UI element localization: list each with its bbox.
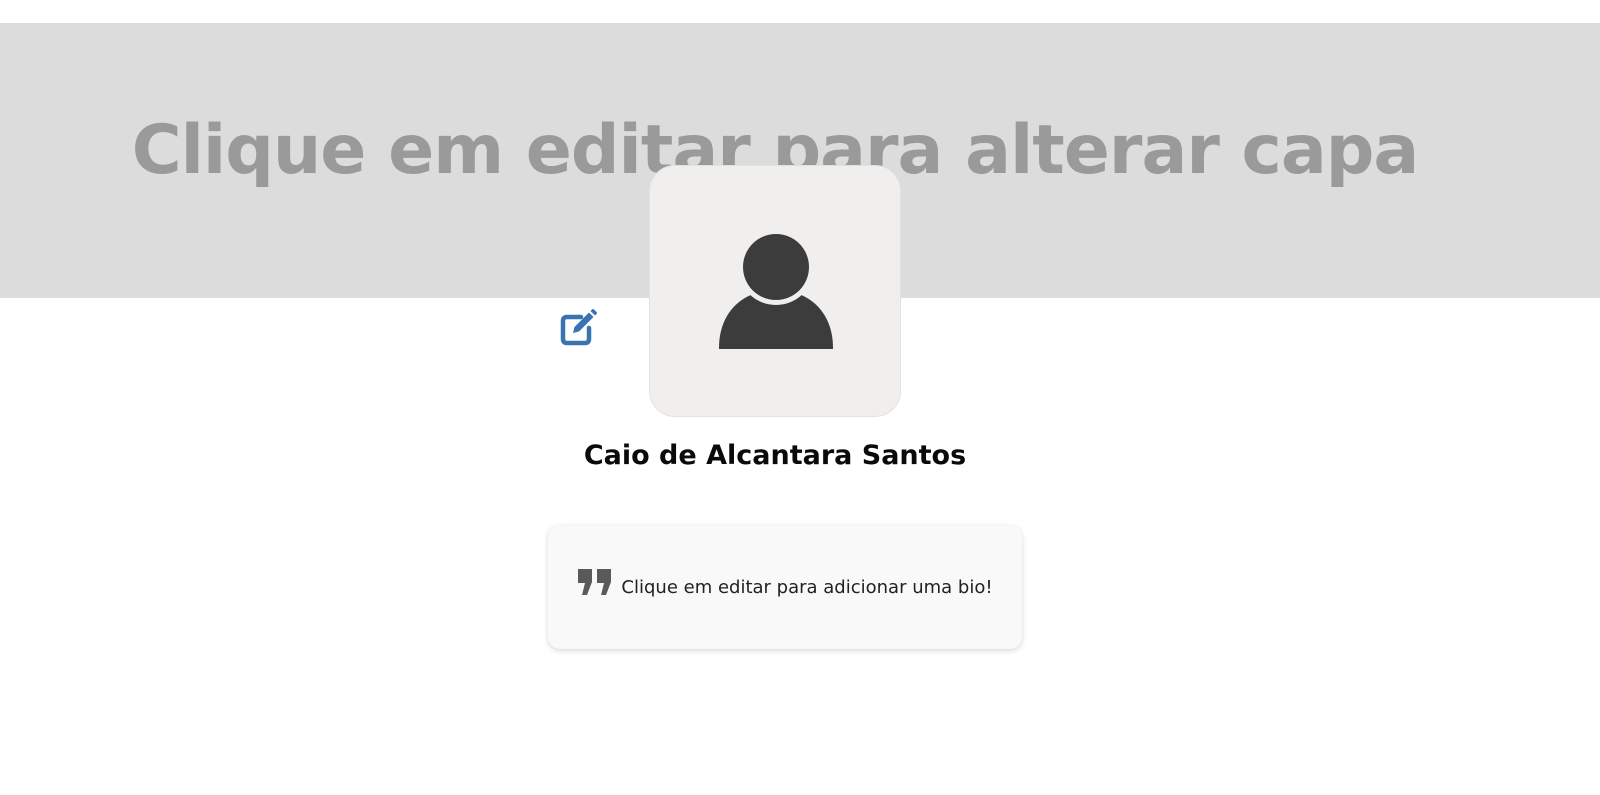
quote-icon xyxy=(577,568,613,601)
user-silhouette-icon xyxy=(719,229,833,349)
edit-icon xyxy=(560,309,597,346)
bio-text: Clique em editar para adicionar uma bio! xyxy=(621,576,993,598)
profile-page: Clique em editar para alterar capa Caio … xyxy=(0,0,1600,795)
bio-card: Clique em editar para adicionar uma bio! xyxy=(548,525,1022,649)
edit-profile-button[interactable] xyxy=(558,306,600,348)
avatar xyxy=(649,165,901,417)
user-name: Caio de Alcantara Santos xyxy=(583,440,967,471)
